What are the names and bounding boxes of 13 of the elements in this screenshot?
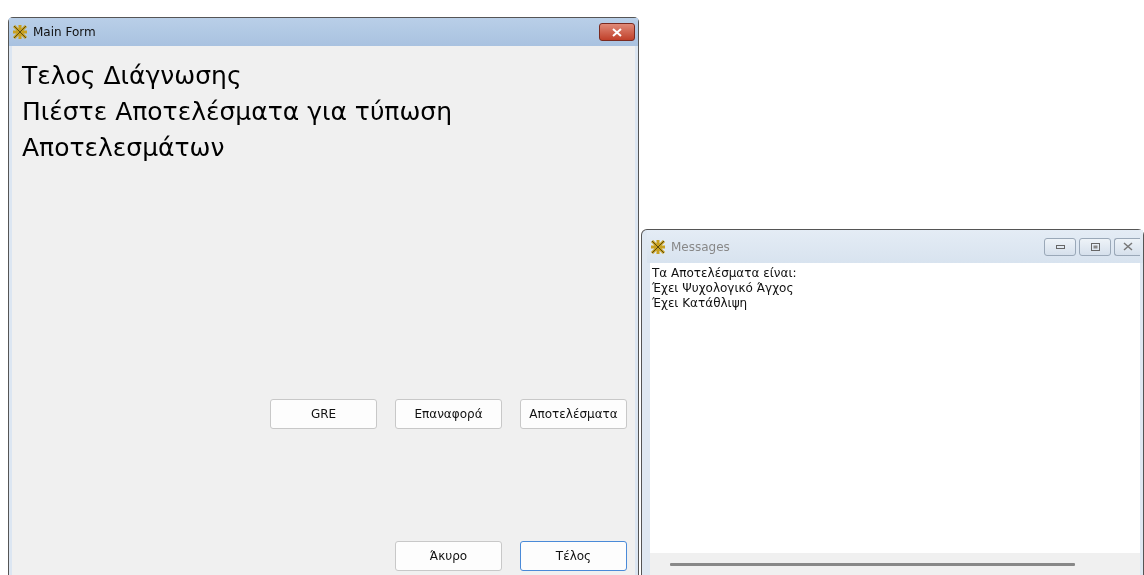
window-title: Main Form: [33, 25, 96, 39]
form-button[interactable]: GRE: [270, 399, 377, 429]
message-text: Τελος Διάγνωσης: [22, 60, 243, 92]
message-line: Έχει Ψυχολογικό Άγχος: [652, 281, 795, 296]
form-button[interactable]: Άκυρο: [395, 541, 502, 571]
form-button[interactable]: Αποτελέσματα: [520, 399, 627, 429]
window-title: Messages: [671, 239, 730, 254]
message-line: Έχει Κατάθλιψη: [652, 296, 749, 311]
form-button[interactable]: Επαναφορά: [395, 399, 502, 429]
message-text: Αποτελεσμάτων: [22, 132, 226, 164]
message-line: Τα Αποτελέσματα είναι:: [652, 266, 798, 281]
message-text: Πιέστε Αποτελέσματα για τύπωση: [22, 96, 454, 128]
form-button[interactable]: Τέλος: [520, 541, 627, 571]
